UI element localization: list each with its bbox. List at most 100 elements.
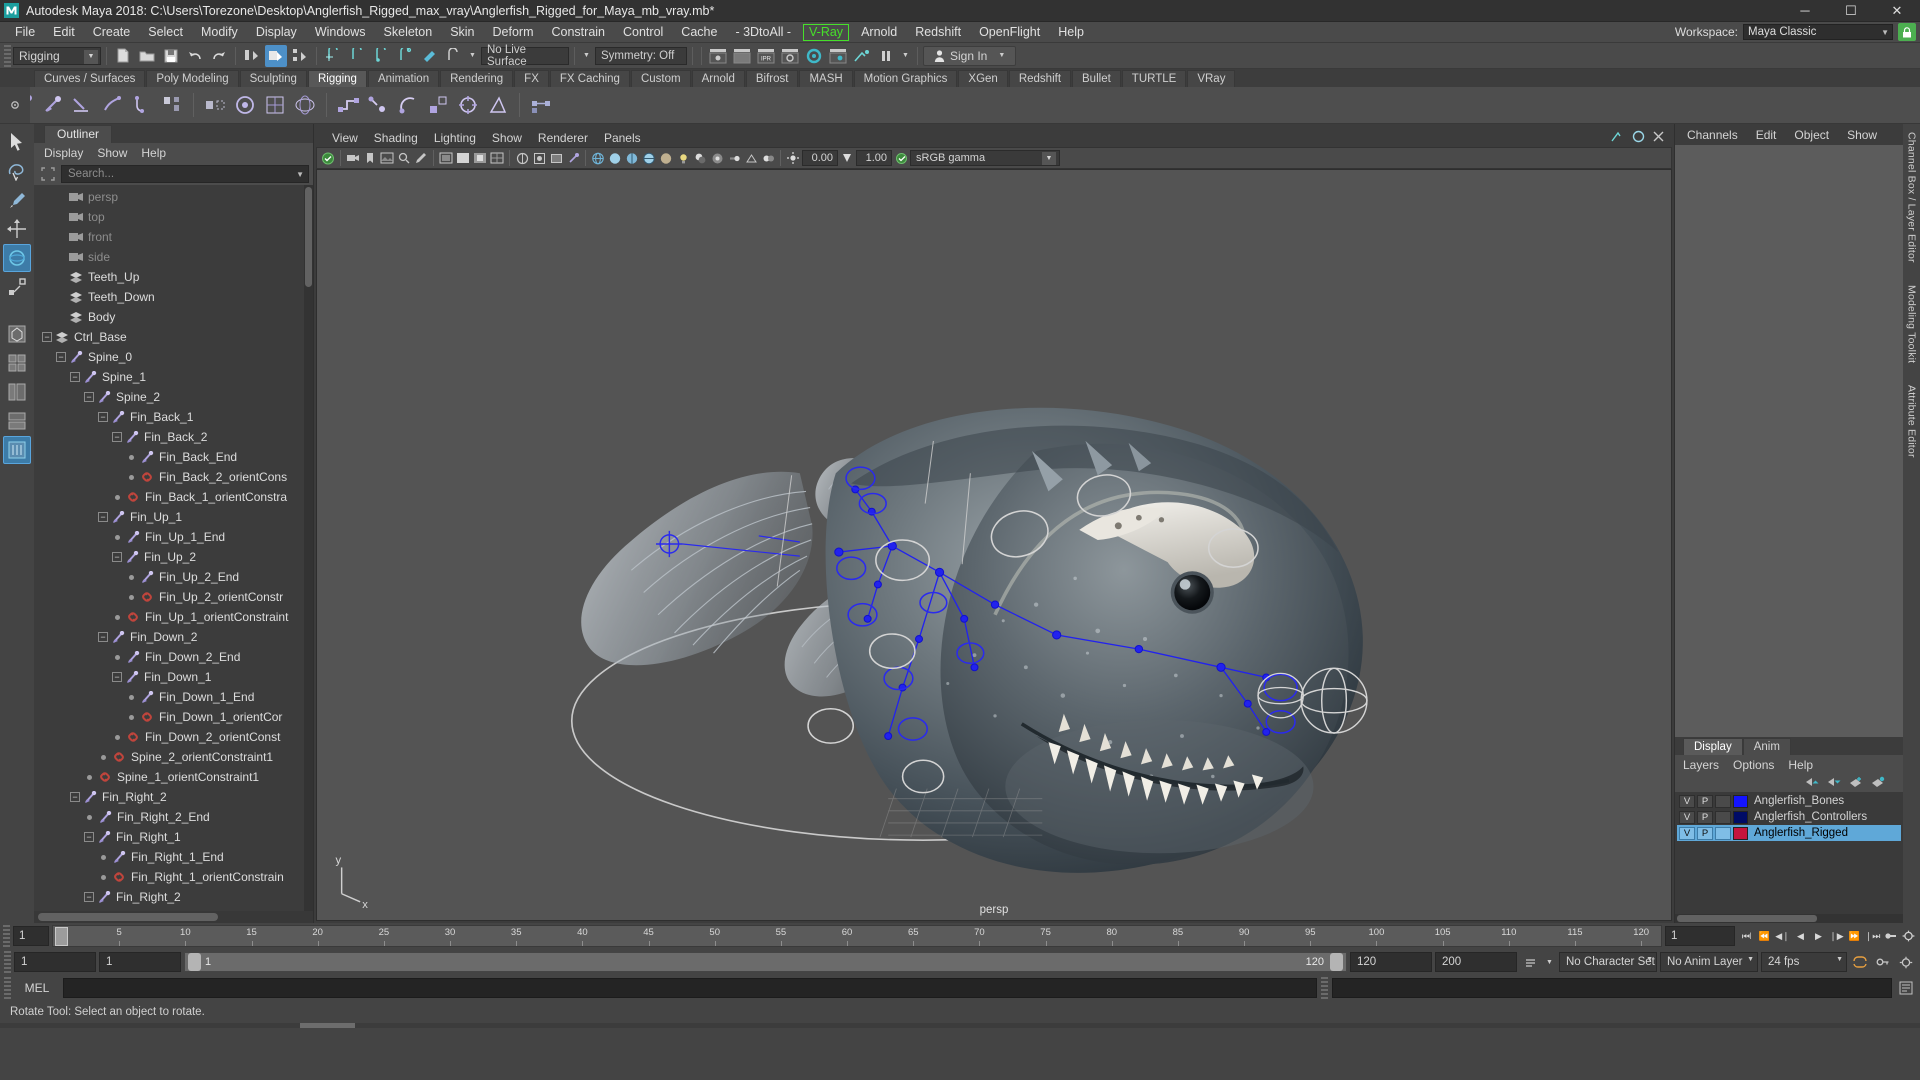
range-start-handle[interactable] xyxy=(188,953,201,971)
texture-shading-icon[interactable] xyxy=(658,149,674,167)
hypershade-button[interactable] xyxy=(803,45,825,67)
set-driven-key-icon[interactable] xyxy=(527,91,555,119)
move-tool[interactable] xyxy=(3,215,31,243)
use-all-lights-icon[interactable] xyxy=(675,149,691,167)
persp-outliner-layout[interactable] xyxy=(3,378,31,406)
layer-display-type-toggle[interactable] xyxy=(1715,826,1731,840)
character-set-select[interactable]: No Character Set ▼ xyxy=(1559,952,1657,972)
parent-constraint-icon[interactable] xyxy=(334,91,362,119)
layer-display-type-toggle[interactable] xyxy=(1715,810,1731,824)
options-menu[interactable]: Options xyxy=(1733,758,1774,772)
outliner-menu-help[interactable]: Help xyxy=(141,146,166,160)
shelf-tab-xgen[interactable]: XGen xyxy=(958,70,1008,87)
outliner-item-fin-back-1-orientconstra[interactable]: Fin_Back_1_orientConstra xyxy=(34,487,313,507)
wireframe-on-shaded-icon[interactable] xyxy=(641,149,657,167)
pause-render-button[interactable] xyxy=(875,45,897,67)
channel-box-body[interactable] xyxy=(1675,145,1903,737)
timeline-frame-field[interactable]: 1 xyxy=(1665,926,1735,946)
expand-toggle-icon[interactable]: − xyxy=(42,332,52,342)
expand-toggle-icon[interactable]: − xyxy=(56,352,66,362)
layer-visibility-toggle[interactable]: V xyxy=(1679,826,1695,840)
layers-menu[interactable]: Layers xyxy=(1683,758,1719,772)
layer-playback-toggle[interactable]: P xyxy=(1697,810,1713,824)
outliner-horizontal-scrollbar[interactable] xyxy=(34,911,313,923)
outliner-item-spine-2[interactable]: − Spine_2 xyxy=(34,387,313,407)
isolate-select-icon[interactable] xyxy=(531,149,547,167)
render-view-button[interactable] xyxy=(827,45,849,67)
exposure-icon[interactable] xyxy=(785,149,801,167)
expand-toggle-icon[interactable]: − xyxy=(98,512,108,522)
layer-row[interactable]: V P Anglerfish_Bones xyxy=(1677,793,1901,809)
outliner-item-fin-right-1[interactable]: − Fin_Right_1 xyxy=(34,827,313,847)
shelf-tab-fx[interactable]: FX xyxy=(514,70,549,87)
outliner-item-spine-1-orientconstraint1[interactable]: Spine_1_orientConstraint1 xyxy=(34,767,313,787)
select-by-object-button[interactable] xyxy=(265,44,287,67)
play-backwards-button[interactable]: ◀ xyxy=(1792,926,1809,946)
outliner-menu-show[interactable]: Show xyxy=(97,146,127,160)
gamma-value[interactable]: 1.00 xyxy=(856,150,892,166)
menu-edit[interactable]: Edit xyxy=(44,22,84,43)
current-time-field[interactable]: 1 xyxy=(13,926,49,946)
command-output[interactable] xyxy=(1332,978,1892,998)
menu-windows[interactable]: Windows xyxy=(306,22,375,43)
point-constraint-icon[interactable] xyxy=(364,91,392,119)
outliner-item-fin-down-2-end[interactable]: Fin_Down_2_End xyxy=(34,647,313,667)
range-start-field[interactable]: 1 xyxy=(14,952,96,972)
create-ik-spline-icon[interactable] xyxy=(98,91,126,119)
range-slider[interactable]: 1 120 xyxy=(184,952,1347,972)
outliner-item-fin-up-2-end[interactable]: Fin_Up_2_End xyxy=(34,567,313,587)
play-forwards-button[interactable]: ▶ xyxy=(1810,926,1827,946)
layer-row[interactable]: V P Anglerfish_Rigged xyxy=(1677,825,1901,841)
gamma-icon[interactable] xyxy=(839,149,855,167)
menu-skin[interactable]: Skin xyxy=(441,22,483,43)
smooth-shade-selected-icon[interactable] xyxy=(624,149,640,167)
depth-of-field-icon[interactable] xyxy=(760,149,776,167)
gate-mask-icon[interactable] xyxy=(472,149,488,167)
outliner-tree[interactable]: persp top front side Teeth_Up Teeth_Down Body −… xyxy=(34,185,313,911)
expand-toggle-icon[interactable]: − xyxy=(112,432,122,442)
side-tab-modeling-toolkit[interactable]: Modeling Toolkit xyxy=(1906,285,1918,363)
select-by-component-button[interactable] xyxy=(289,45,311,67)
expand-toggle-icon[interactable]: − xyxy=(112,672,122,682)
show-menu[interactable]: Show xyxy=(1847,128,1877,142)
lasso-tool[interactable] xyxy=(3,157,31,185)
sign-in-button[interactable]: Sign In ▼ xyxy=(923,45,1017,66)
playback-end-field[interactable]: 120 xyxy=(1350,952,1432,972)
single-perspective-layout[interactable] xyxy=(3,320,31,348)
time-slider-playhead[interactable] xyxy=(55,927,68,946)
color-space-select[interactable]: sRGB gamma ▼ xyxy=(910,150,1060,166)
snap-to-grid-button[interactable] xyxy=(322,45,344,67)
menu-skeleton[interactable]: Skeleton xyxy=(375,22,442,43)
outliner-item-top[interactable]: top xyxy=(34,207,313,227)
expand-toggle-icon[interactable]: − xyxy=(98,632,108,642)
persp-graph-layout[interactable] xyxy=(3,407,31,435)
step-back-key-button[interactable]: ⏪ xyxy=(1756,926,1773,946)
chevron-down-icon[interactable]: ▼ xyxy=(1543,954,1556,970)
animation-preferences-button[interactable] xyxy=(1900,926,1917,946)
expand-toggle-icon[interactable]: − xyxy=(98,412,108,422)
layer-playback-toggle[interactable]: P xyxy=(1697,826,1713,840)
outliner-item-teeth-down[interactable]: Teeth_Down xyxy=(34,287,313,307)
shelf-tab-vray[interactable]: VRay xyxy=(1187,70,1236,87)
key-icon[interactable] xyxy=(1873,952,1893,972)
outliner-item-fin-right-2[interactable]: − Fin_Right_2 xyxy=(34,887,313,907)
layer-row[interactable]: V P Anglerfish_Controllers xyxy=(1677,809,1901,825)
lattice-deformer-icon[interactable] xyxy=(261,91,289,119)
scale-constraint-icon[interactable] xyxy=(424,91,452,119)
film-origin-icon[interactable] xyxy=(489,149,505,167)
menu-control[interactable]: Control xyxy=(614,22,672,43)
outliner-item-fin-down-1[interactable]: − Fin_Down_1 xyxy=(34,667,313,687)
outliner-item-fin-back-1[interactable]: − Fin_Back_1 xyxy=(34,407,313,427)
layer-color-swatch[interactable] xyxy=(1733,794,1748,808)
layer-color-swatch[interactable] xyxy=(1733,826,1748,840)
time-slider[interactable]: 5 10 15 20 25 30 35 40 45 50 55 60 65 70 75 80 85 90 95 100… xyxy=(52,925,1662,947)
search-input[interactable]: Search... ▼ xyxy=(61,165,309,183)
go-to-end-button[interactable]: ❘⏭ xyxy=(1864,926,1881,946)
viewport-3d[interactable]: y x persp xyxy=(316,169,1672,921)
save-scene-button[interactable] xyxy=(160,45,182,67)
live-surface-field[interactable]: No Live Surface xyxy=(481,44,569,68)
anim-layer-select[interactable]: No Anim Layer ▼ xyxy=(1660,952,1758,972)
menu-3dtoall[interactable]: - 3DtoAll - xyxy=(726,22,800,43)
shelf-tab-curves-surfaces[interactable]: Curves / Surfaces xyxy=(34,70,146,87)
persp-hypergraph-layout[interactable] xyxy=(3,436,31,464)
